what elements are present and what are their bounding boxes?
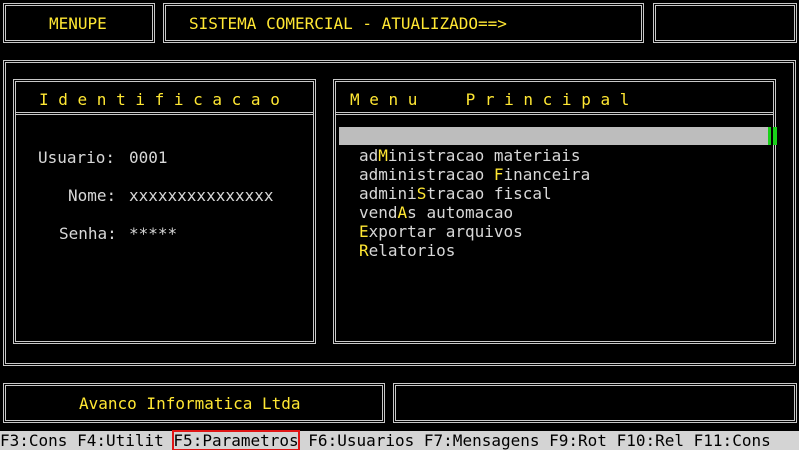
footer-right-box <box>393 383 797 423</box>
fkey-f3-cons[interactable]: F3:Cons <box>0 431 67 450</box>
menu-item-vendas-automacao[interactable]: vendAs automacao <box>359 203 513 222</box>
password-label: Senha: <box>59 224 117 243</box>
menu-item-label-pre: ad <box>359 146 379 165</box>
menu-item-relatorios[interactable]: Relatorios <box>359 241 455 260</box>
menu-item-label-post: inistracao materiais <box>387 146 581 165</box>
module-title-box: MENUPE <box>3 3 155 43</box>
main-menu-divider <box>336 112 773 115</box>
name-value[interactable]: xxxxxxxxxxxxxxx <box>129 186 274 205</box>
menu-item-administracao-fiscal[interactable]: adminiStracao fiscal <box>359 184 552 203</box>
menu-item-hotkey: A <box>397 203 408 222</box>
fkey-f4-utilit[interactable]: F4:Utilit <box>77 431 164 450</box>
identification-title: I d e n t i f i c a c a o <box>39 90 280 109</box>
identification-panel: I d e n t i f i c a c a o Usuario: 0001 … <box>13 79 316 344</box>
company-name: Avanco Informatica Ltda <box>79 394 301 413</box>
menu-item-label-pre: admini <box>359 184 417 203</box>
user-value[interactable]: 0001 <box>129 148 168 167</box>
menu-item-label-post: elatorios <box>368 241 456 260</box>
menu-item-hotkey: F <box>493 165 504 184</box>
menu-item-label-post: xportar arquivos <box>368 222 523 241</box>
menu-item-hotkey: S <box>416 184 427 203</box>
scroll-indicator[interactable] <box>768 127 777 145</box>
header-right-box <box>653 3 797 43</box>
menu-item-administracao-financeira[interactable]: administracao Financeira <box>359 165 590 184</box>
menu-item-label-pre: vend <box>359 203 398 222</box>
fkey-f5-parametros[interactable]: F5:Parametros <box>172 430 300 450</box>
menu-item-administracao-materiais[interactable]: adMinistracao materiais <box>359 146 581 165</box>
menu-item-hotkey: M <box>378 146 388 165</box>
menu-item-label-post: s automacao <box>407 203 514 222</box>
user-label: Usuario: <box>38 148 116 167</box>
main-menu-title: M e n u P r i n c i p a l <box>350 90 630 109</box>
fkey-f10-rel[interactable]: F10:Rel <box>617 431 684 450</box>
menu-item-hotkey: R <box>359 241 369 260</box>
system-title-box: SISTEMA COMERCIAL - ATUALIZADO==> <box>163 3 644 43</box>
fkey-f11-cons[interactable]: F11:Cons <box>694 431 771 450</box>
menu-item-hotkey: E <box>359 222 369 241</box>
fkey-f9-rot[interactable]: F9:Rot <box>549 431 607 450</box>
identification-divider <box>16 112 313 115</box>
menu-item-label-post: inanceira <box>503 165 591 184</box>
name-label: Nome: <box>68 186 117 205</box>
fkey-f6-usuarios[interactable]: F6:Usuarios <box>308 431 414 450</box>
password-value[interactable]: ***** <box>129 224 177 243</box>
menu-item-label-post: tracao fiscal <box>426 184 552 203</box>
module-title: MENUPE <box>49 14 107 33</box>
fkey-f7-mensagens[interactable]: F7:Mensagens <box>424 431 540 450</box>
menu-item-label-pre: administracao <box>359 165 494 184</box>
menu-item-exportar-arquivos[interactable]: Exportar arquivos <box>359 222 523 241</box>
system-title: SISTEMA COMERCIAL - ATUALIZADO==> <box>189 14 507 33</box>
company-box: Avanco Informatica Ltda <box>3 383 385 423</box>
function-key-bar: F3:Cons F4:Utilit F5:Parametros F6:Usuar… <box>0 430 799 450</box>
